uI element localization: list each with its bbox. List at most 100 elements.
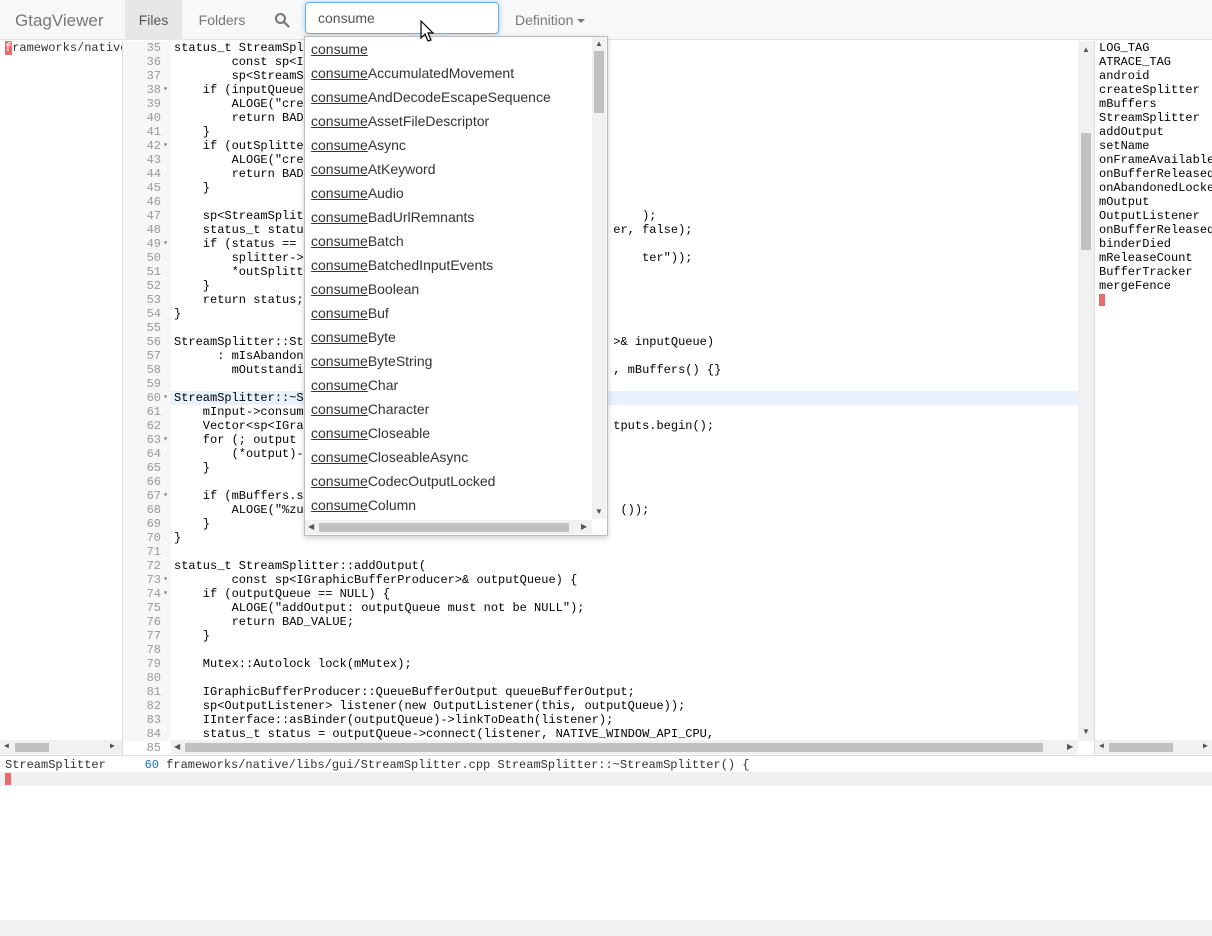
scroll-right-icon[interactable]: ▶ — [1203, 740, 1208, 754]
symbol-item[interactable]: OutputListener — [1099, 209, 1200, 223]
search-icon[interactable] — [274, 12, 290, 28]
navbar: GtagViewer Files Folders Definition — [0, 0, 1212, 40]
fold-arrow-icon[interactable]: ▾ — [163, 139, 168, 153]
symbol-item[interactable]: BufferTracker — [1099, 265, 1193, 279]
symbol-item[interactable]: binderDied — [1099, 237, 1171, 251]
autocomplete-item[interactable]: consumeCodecOutputLocked — [311, 469, 495, 493]
code-line: IInterface::asBinder(outputQueue)->linkT… — [174, 713, 614, 727]
autocomplete-suffix: Byte — [367, 329, 396, 345]
search-input[interactable] — [305, 2, 499, 34]
results-hscrollbar[interactable] — [0, 920, 1212, 936]
autocomplete-item[interactable]: consumeBatchedInputEvents — [311, 253, 493, 277]
autocomplete-item[interactable]: consumeAudio — [311, 181, 404, 205]
autocomplete-match: consume — [311, 137, 368, 153]
scroll-up-icon[interactable]: ▲ — [1082, 43, 1090, 57]
line-number: 63 — [146, 433, 161, 447]
scroll-left-icon[interactable]: ◀ — [1099, 740, 1104, 754]
symbol-item[interactable]: onBufferReleased — [1099, 223, 1212, 237]
scroll-thumb[interactable] — [185, 743, 1043, 752]
autocomplete-item[interactable]: consumeBuf — [311, 301, 389, 325]
scroll-thumb[interactable] — [1109, 743, 1173, 752]
scroll-left-icon[interactable]: ◀ — [174, 740, 180, 754]
result-symbol: StreamSplitter — [5, 758, 106, 772]
fold-arrow-icon[interactable]: ▾ — [163, 433, 168, 447]
definition-dropdown[interactable]: Definition — [515, 0, 586, 40]
fold-arrow-icon[interactable]: ▾ — [163, 391, 168, 405]
line-number: 65 — [146, 461, 161, 475]
result-row[interactable]: StreamSplitter 60 frameworks/native/libs/… — [5, 758, 750, 772]
scroll-right-icon[interactable]: ▶ — [1067, 740, 1073, 754]
symbol-list-pane: LOG_TAG ATRACE_TAG android createSplitter mB… — [1094, 41, 1212, 755]
autocomplete-item[interactable]: consumeAsync — [311, 133, 406, 157]
line-number: 85 — [146, 741, 161, 755]
fold-arrow-icon[interactable]: ▾ — [163, 587, 168, 601]
code-hscrollbar[interactable]: ◀ ▶ — [171, 740, 1078, 754]
scroll-thumb[interactable] — [15, 743, 49, 752]
autocomplete-item[interactable]: consumeByte — [311, 325, 396, 349]
autocomplete-vscrollbar[interactable]: ▲ ▼ — [592, 37, 606, 519]
symbol-pane-hscrollbar[interactable]: ◀ ▶ — [1095, 740, 1212, 754]
autocomplete-item[interactable]: consumeCloseableAsync — [311, 445, 468, 469]
symbol-item[interactable]: addOutput — [1099, 125, 1164, 139]
symbol-item[interactable]: LOG_TAG — [1099, 41, 1149, 55]
fold-arrow-icon[interactable]: ▾ — [163, 489, 168, 503]
autocomplete-item[interactable]: consumeAndDecodeEscapeSequence — [311, 85, 551, 109]
line-number: 49 — [146, 237, 161, 251]
autocomplete-suffix: AtKeyword — [367, 161, 436, 177]
autocomplete-item[interactable]: consumeAccumulatedMovement — [311, 61, 514, 85]
autocomplete-item[interactable]: consumeCharacter — [311, 397, 429, 421]
fold-arrow-icon[interactable]: ▾ — [163, 573, 168, 587]
symbol-item[interactable]: mReleaseCount — [1099, 251, 1193, 265]
symbol-item[interactable]: onBufferReleasedByOutput — [1099, 167, 1212, 181]
autocomplete-item[interactable]: consumeByteString — [311, 349, 432, 373]
file-pane-hscrollbar[interactable]: ◀ ▶ — [0, 740, 122, 754]
code-vscrollbar[interactable]: ▲ ▼ — [1078, 41, 1094, 741]
autocomplete-item[interactable]: consumeColumn — [311, 493, 416, 517]
autocomplete-item[interactable]: consumeAssetFileDescriptor — [311, 109, 489, 133]
scroll-left-icon[interactable]: ◀ — [4, 740, 9, 754]
file-path-item[interactable]: frameworks/native — [5, 41, 122, 55]
autocomplete-item[interactable]: consume — [311, 37, 368, 61]
symbol-item[interactable]: onFrameAvailable — [1099, 153, 1212, 167]
line-number: 43 — [146, 153, 161, 167]
line-number: 56 — [146, 335, 161, 349]
symbol-item[interactable]: onAbandonedLocked — [1099, 181, 1212, 195]
scroll-left-icon[interactable]: ◀ — [308, 520, 314, 534]
tab-files[interactable]: Files — [125, 0, 182, 40]
symbol-item[interactable]: createSplitter — [1099, 83, 1200, 97]
scroll-down-icon[interactable]: ▼ — [1082, 725, 1090, 739]
autocomplete-hscrollbar[interactable]: ◀ ▶ — [305, 520, 592, 534]
autocomplete-item[interactable]: consumeBoolean — [311, 277, 419, 301]
autocomplete-item[interactable]: consumeCloseable — [311, 421, 430, 445]
symbol-item[interactable]: StreamSplitter — [1099, 111, 1200, 125]
scroll-up-icon[interactable]: ▲ — [595, 37, 603, 51]
symbol-item[interactable]: mBuffers — [1099, 97, 1157, 111]
scroll-down-icon[interactable]: ▼ — [595, 505, 603, 519]
scroll-thumb[interactable] — [1081, 133, 1091, 250]
scroll-right-icon[interactable]: ▶ — [110, 740, 115, 754]
line-number: 51 — [146, 265, 161, 279]
symbol-item[interactable]: ATRACE_TAG — [1099, 55, 1171, 69]
line-number: 50 — [146, 251, 161, 265]
autocomplete-item[interactable]: consumeAtKeyword — [311, 157, 436, 181]
scroll-right-icon[interactable]: ▶ — [581, 520, 587, 534]
fold-arrow-icon[interactable]: ▾ — [163, 237, 168, 251]
symbol-item[interactable]: mergeFence — [1099, 279, 1171, 293]
autocomplete-match: consume — [311, 233, 368, 249]
code-line: *outSplitte — [174, 265, 311, 279]
autocomplete-item[interactable]: consumeBadUrlRemnants — [311, 205, 474, 229]
line-number: 59 — [146, 377, 161, 391]
fold-arrow-icon[interactable]: ▾ — [163, 83, 168, 97]
scroll-thumb[interactable] — [594, 51, 604, 113]
scroll-thumb[interactable] — [319, 523, 569, 532]
result-line-number: 60 — [144, 758, 159, 772]
autocomplete-item[interactable]: consumeBatch — [311, 229, 404, 253]
code-line: StreamSplitter::~St — [174, 391, 311, 405]
symbol-item[interactable]: mOutput — [1099, 195, 1149, 209]
symbol-item[interactable]: android — [1099, 69, 1149, 83]
autocomplete-item[interactable]: consumeChar — [311, 373, 398, 397]
file-tree-pane: frameworks/native ◀ ▶ — [0, 41, 123, 755]
symbol-item[interactable]: setName — [1099, 139, 1149, 153]
app-brand[interactable]: GtagViewer — [15, 11, 104, 31]
tab-folders[interactable]: Folders — [185, 0, 259, 40]
